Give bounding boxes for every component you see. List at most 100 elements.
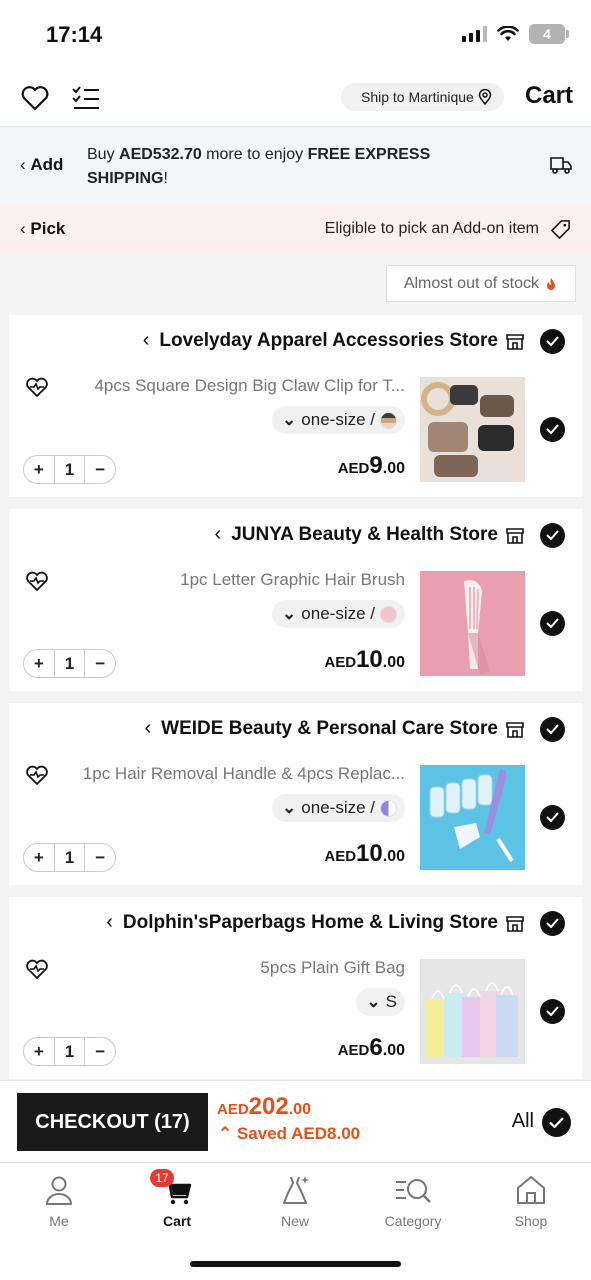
ship-to-selector[interactable]: Ship to Martinique [341, 83, 504, 111]
saved-amount: Saved AED8.00 [236, 1124, 361, 1143]
quantity-stepper[interactable]: +1− [23, 455, 116, 484]
price-currency: AED [337, 1042, 370, 1059]
variant-selector[interactable]: ⌄ one-size / [272, 406, 405, 434]
product-image[interactable] [420, 571, 525, 676]
store-name: Dolphin'sPaperbags Home & Living Store [122, 911, 498, 933]
tag-icon [551, 220, 570, 239]
item-title[interactable]: 4pcs Square Design Big Claw Clip for T..… [75, 376, 405, 396]
item-title[interactable]: 5pcs Plain Gift Bag [75, 958, 405, 978]
heart-pulse-icon[interactable] [25, 570, 49, 592]
checkmark-icon [546, 424, 559, 434]
cart-total: AED202.00 [217, 1093, 311, 1121]
chevron-left-icon: ‹ [142, 329, 150, 351]
store-select-checkbox[interactable] [540, 329, 565, 354]
increment-button[interactable]: + [24, 1042, 54, 1062]
variant-selector[interactable]: ⌄ one-size / [272, 794, 405, 822]
item-select-checkbox[interactable] [540, 999, 565, 1024]
increment-button[interactable]: + [24, 654, 54, 674]
total-currency: AED [217, 1101, 249, 1118]
store-name-link[interactable]: ‹ WEIDE Beauty & Personal Care Store [145, 717, 499, 740]
variant-selector[interactable]: ⌄ S [356, 988, 405, 1016]
quantity-value[interactable]: 1 [53, 456, 86, 483]
add-more-link[interactable]: ‹ Add [20, 155, 63, 175]
store-name-link[interactable]: ‹ Lovelyday Apparel Accessories Store [143, 329, 498, 352]
price-integer: 6 [369, 1034, 383, 1061]
item-title[interactable]: 1pc Hair Removal Handle & 4pcs Replac... [75, 764, 405, 784]
tab-me[interactable]: Me [14, 1173, 104, 1229]
price-currency: AED [324, 654, 357, 671]
tab-cart[interactable]: Cart 17 [132, 1169, 222, 1229]
person-icon [46, 1176, 72, 1205]
store-name: Lovelyday Apparel Accessories Store [159, 329, 498, 351]
store-name-link[interactable]: ‹ JUNYA Beauty & Health Store [215, 523, 498, 546]
tab-new[interactable]: New [250, 1173, 340, 1229]
almost-out-of-stock-filter[interactable]: Almost out of stock [385, 265, 576, 302]
chevron-left-icon: ‹ [214, 523, 222, 545]
variant-label: one-size / [301, 410, 375, 429]
store-card: ‹ WEIDE Beauty & Personal Care Store 1pc … [9, 703, 582, 885]
store-icon [506, 334, 524, 350]
status-bar: 17:14 4 [0, 0, 591, 72]
color-swatch [380, 799, 397, 817]
chevron-down-icon: ⌄ [282, 604, 297, 623]
heart-pulse-icon[interactable] [25, 958, 49, 980]
quantity-stepper[interactable]: +1− [23, 1037, 116, 1066]
variant-label: S [385, 992, 397, 1011]
select-all-label[interactable]: All [512, 1110, 534, 1133]
product-image[interactable] [420, 959, 525, 1064]
decrement-button[interactable]: − [85, 460, 115, 480]
free-shipping-text: Buy AED532.70 more to enjoy FREE EXPRESS… [87, 143, 507, 191]
increment-button[interactable]: + [24, 460, 54, 480]
truck-icon [550, 157, 572, 174]
tab-label: Category [384, 1213, 442, 1229]
quantity-value[interactable]: 1 [53, 844, 86, 871]
savings-toggle[interactable]: ⌃ Saved AED8.00 [218, 1124, 360, 1144]
increment-button[interactable]: + [24, 848, 54, 868]
dress-icon [283, 1176, 309, 1204]
color-swatch [380, 605, 397, 623]
heart-pulse-icon[interactable] [25, 764, 49, 786]
checkout-button[interactable]: CHECKOUT (17) [17, 1093, 208, 1151]
price-currency: AED [324, 848, 357, 865]
quantity-stepper[interactable]: +1− [23, 843, 116, 872]
store-name-link[interactable]: ‹ Dolphin'sPaperbags Home & Living Store [106, 911, 498, 934]
decrement-button[interactable]: − [85, 654, 115, 674]
store-card: ‹ Dolphin'sPaperbags Home & Living Store … [9, 897, 582, 1079]
item-select-checkbox[interactable] [540, 611, 565, 636]
pick-link[interactable]: ‹ Pick [20, 219, 65, 239]
heart-pulse-icon[interactable] [25, 376, 49, 398]
decrement-button[interactable]: − [85, 848, 115, 868]
status-time: 17:14 [46, 22, 103, 47]
item-select-checkbox[interactable] [540, 417, 565, 442]
item-price: AED10.00 [324, 646, 405, 674]
tab-label: Cart [162, 1213, 191, 1229]
item-title[interactable]: 1pc Letter Graphic Hair Brush [75, 570, 405, 590]
pick-addon-banner[interactable]: ‹ Pick Eligible to pick an Add-on item [0, 204, 591, 254]
pick-label: Pick [30, 219, 66, 238]
cart-count-badge: 17 [150, 1169, 174, 1187]
chevron-down-icon: ⌄ [282, 798, 297, 817]
tab-category[interactable]: Category [368, 1173, 458, 1229]
item-price: AED9.00 [338, 452, 405, 480]
store-select-checkbox[interactable] [540, 523, 565, 548]
item-price: AED10.00 [324, 840, 405, 868]
chevron-down-icon: ⌄ [366, 992, 381, 1011]
select-all-checkbox[interactable] [542, 1108, 571, 1137]
chevron-left-icon: ‹ [144, 717, 152, 739]
checklist-icon[interactable] [70, 82, 102, 114]
store-select-checkbox[interactable] [540, 911, 565, 936]
tab-shop[interactable]: Shop [486, 1173, 576, 1229]
product-image[interactable] [420, 377, 525, 482]
free-shipping-banner[interactable]: ‹ Add Buy AED532.70 more to enjoy FREE E… [0, 126, 591, 204]
wishlist-heart-icon[interactable] [19, 82, 51, 114]
price-decimal: .00 [382, 460, 405, 477]
quantity-value[interactable]: 1 [53, 650, 86, 677]
product-image[interactable] [420, 765, 525, 870]
quantity-value[interactable]: 1 [53, 1038, 86, 1065]
item-select-checkbox[interactable] [540, 805, 565, 830]
store-select-checkbox[interactable] [540, 717, 565, 742]
decrement-button[interactable]: − [85, 1042, 115, 1062]
variant-selector[interactable]: ⌄ one-size / [272, 600, 405, 628]
quantity-stepper[interactable]: +1− [23, 649, 116, 678]
shipping-text-prefix: Buy [87, 146, 120, 163]
